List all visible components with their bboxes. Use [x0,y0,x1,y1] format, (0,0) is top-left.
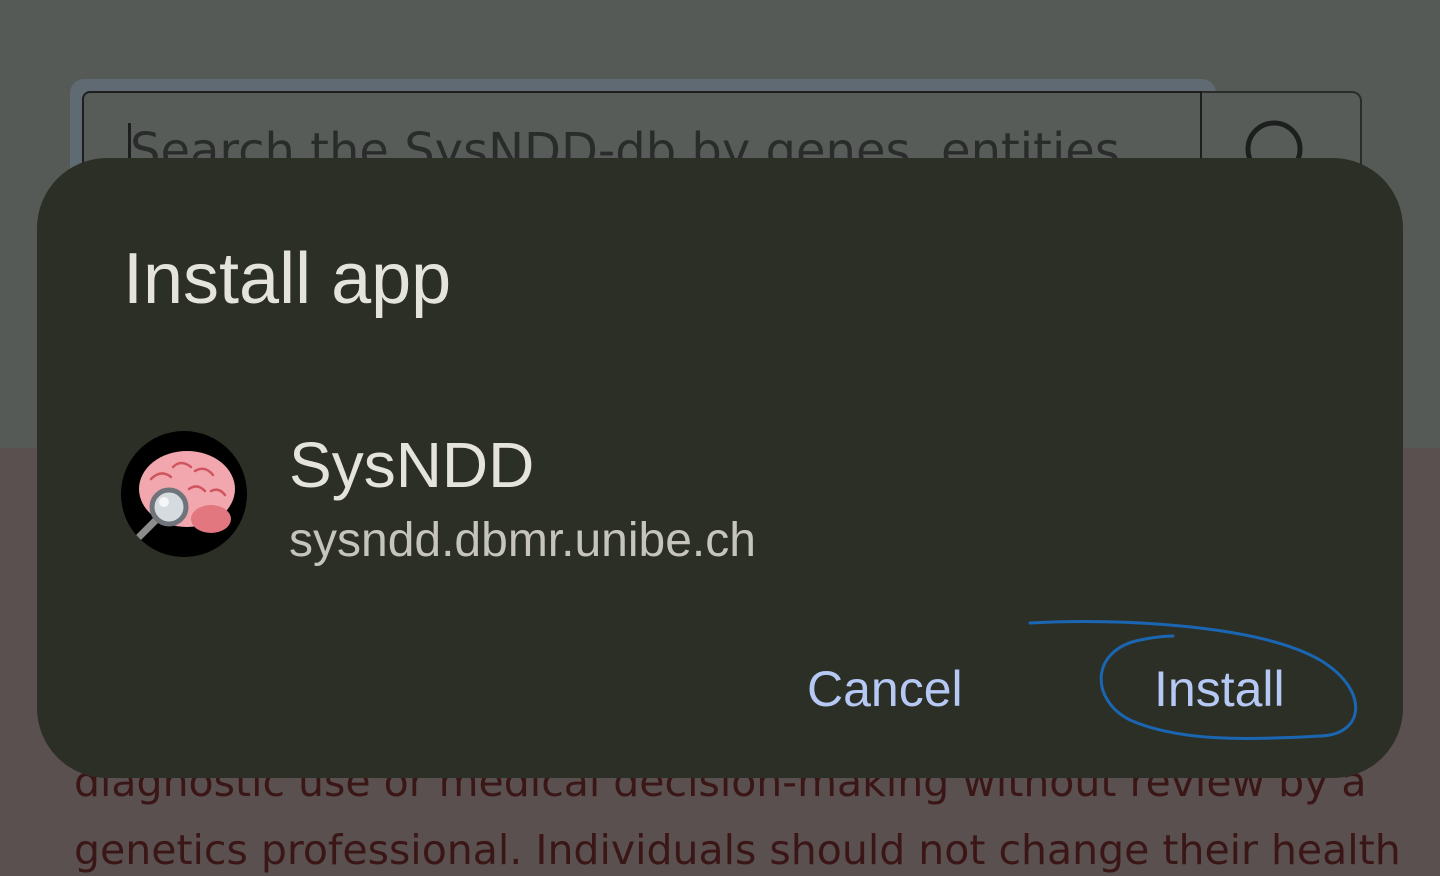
app-url: sysndd.dbmr.unibe.ch [289,514,756,567]
install-button[interactable]: Install [1154,660,1285,718]
app-name: SysNDD [289,429,535,501]
disclaimer-line-2: genetics professional. Individuals shoul… [74,826,1401,874]
install-app-dialog: Install app SysNDD sysndd.dbmr.unibe.ch … [37,158,1403,778]
cancel-button[interactable]: Cancel [807,660,963,718]
dialog-title: Install app [123,239,452,319]
page: Search the SysNDD-db by genes, entities … [0,0,1440,876]
brain-magnifier-icon [121,431,247,557]
